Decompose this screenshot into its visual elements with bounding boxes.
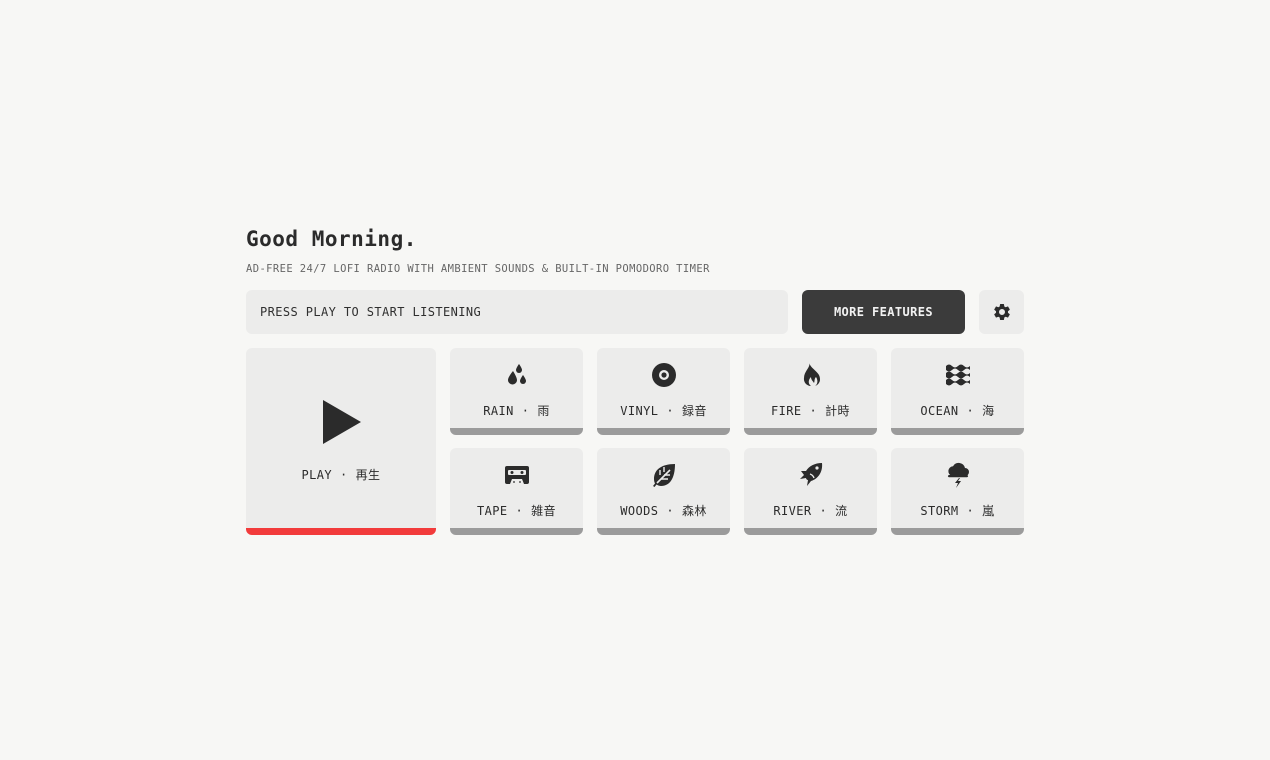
settings-button[interactable] [979,290,1024,334]
sound-tile-label: WOODS · 森林 [620,504,707,518]
sound-tile-ocean[interactable]: OCEAN · 海 [891,348,1024,435]
storm-cloud-icon [947,462,969,488]
sound-tile-label: RAIN · 雨 [483,404,550,418]
sound-tile-fire[interactable]: FIRE · 計時 [744,348,877,435]
sound-tile-label: OCEAN · 海 [920,404,995,418]
raindrops-icon [507,364,526,385]
sound-tile-label: RIVER · 流 [773,504,848,518]
sound-tile-label: FIRE · 計時 [771,404,850,418]
water-waves-icon [945,364,970,386]
sound-tile-label: TAPE · 雑音 [477,504,556,518]
main-panel: Good Morning. AD-FREE 24/7 LOFI RADIO WI… [246,224,1024,535]
sound-tile-vinyl[interactable]: VINYL · 録音 [597,348,730,435]
play-label: PLAY · 再生 [301,468,381,482]
more-features-button[interactable]: MORE FEATURES [802,290,965,334]
sound-tile-label: STORM · 嵐 [920,504,995,518]
cassette-tape-icon [504,466,529,484]
page-subtitle: AD-FREE 24/7 LOFI RADIO WITH AMBIENT SOU… [246,263,710,275]
page-title: Good Morning. [246,227,417,251]
sound-tile-rain[interactable]: RAIN · 雨 [450,348,583,435]
play-icon [323,400,361,444]
fire-icon [803,363,820,387]
sound-tile-river[interactable]: RIVER · 流 [744,448,877,535]
gear-icon [993,303,1010,320]
play-button[interactable]: PLAY · 再生 [246,348,436,535]
sound-tile-woods[interactable]: WOODS · 森林 [597,448,730,535]
sound-tile-storm[interactable]: STORM · 嵐 [891,448,1024,535]
fish-icon [799,463,822,486]
vinyl-record-icon [651,363,676,387]
sound-tile-label: VINYL · 録音 [620,404,707,418]
sound-tile-tape[interactable]: TAPE · 雑音 [450,448,583,535]
leaf-icon [652,464,675,487]
status-display: PRESS PLAY TO START LISTENING [246,290,788,334]
control-bar: PRESS PLAY TO START LISTENING MORE FEATU… [246,290,1024,334]
